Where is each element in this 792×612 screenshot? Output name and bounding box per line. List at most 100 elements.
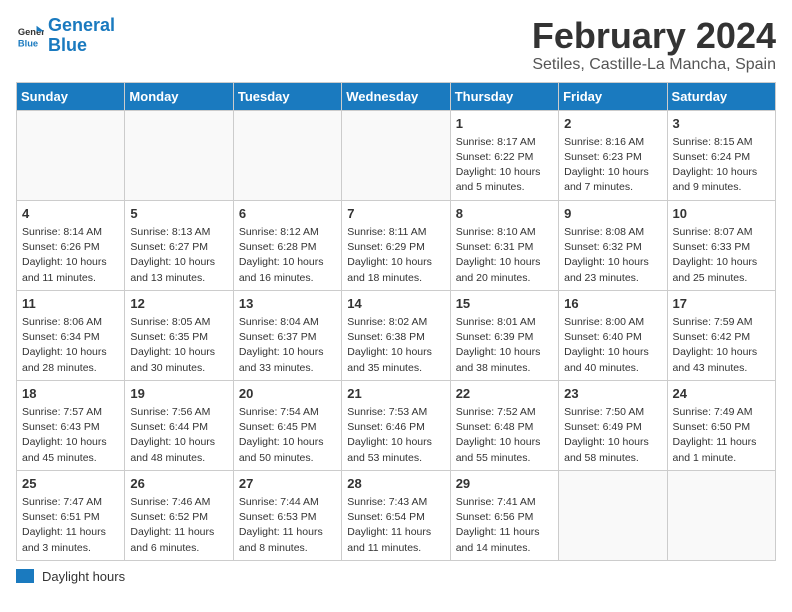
calendar-day-cell: 27 Sunrise: 7:44 AM Sunset: 6:53 PM Dayli… <box>233 470 341 560</box>
calendar-day-cell: 20 Sunrise: 7:54 AM Sunset: 6:45 PM Dayli… <box>233 380 341 470</box>
day-info: Sunrise: 8:16 AM Sunset: 6:23 PM Dayligh… <box>564 135 661 196</box>
day-number: 1 <box>456 115 553 133</box>
calendar-day-cell <box>125 110 233 200</box>
calendar-day-cell: 2 Sunrise: 8:16 AM Sunset: 6:23 PM Daylig… <box>559 110 667 200</box>
day-info: Sunrise: 7:46 AM Sunset: 6:52 PM Dayligh… <box>130 495 227 556</box>
day-info: Sunrise: 8:08 AM Sunset: 6:32 PM Dayligh… <box>564 225 661 286</box>
day-number: 25 <box>22 475 119 493</box>
page-title: February 2024 <box>532 16 776 56</box>
calendar-day-header: Tuesday <box>233 82 341 110</box>
calendar-day-cell: 1 Sunrise: 8:17 AM Sunset: 6:22 PM Daylig… <box>450 110 558 200</box>
day-number: 6 <box>239 205 336 223</box>
calendar-day-cell: 12 Sunrise: 8:05 AM Sunset: 6:35 PM Dayli… <box>125 290 233 380</box>
day-number: 21 <box>347 385 444 403</box>
calendar-day-cell: 24 Sunrise: 7:49 AM Sunset: 6:50 PM Dayli… <box>667 380 775 470</box>
calendar-day-cell: 19 Sunrise: 7:56 AM Sunset: 6:44 PM Dayli… <box>125 380 233 470</box>
calendar-day-cell: 17Sunrise: 7:59 AM Sunset: 6:42 PM Dayli… <box>667 290 775 380</box>
calendar-day-cell: 10 Sunrise: 8:07 AM Sunset: 6:33 PM Dayli… <box>667 200 775 290</box>
calendar-day-header: Monday <box>125 82 233 110</box>
day-info: Sunrise: 8:05 AM Sunset: 6:35 PM Dayligh… <box>130 315 227 376</box>
day-number: 2 <box>564 115 661 133</box>
day-number: 13 <box>239 295 336 313</box>
day-info: Sunrise: 8:07 AM Sunset: 6:33 PM Dayligh… <box>673 225 770 286</box>
day-number: 27 <box>239 475 336 493</box>
day-info: Sunrise: 7:59 AM Sunset: 6:42 PM Dayligh… <box>673 315 770 376</box>
calendar-day-cell: 23 Sunrise: 7:50 AM Sunset: 6:49 PM Dayli… <box>559 380 667 470</box>
calendar-header-row: SundayMondayTuesdayWednesdayThursdayFrid… <box>17 82 776 110</box>
day-number: 19 <box>130 385 227 403</box>
day-info: Sunrise: 8:04 AM Sunset: 6:37 PM Dayligh… <box>239 315 336 376</box>
day-number: 28 <box>347 475 444 493</box>
calendar-day-cell: 26 Sunrise: 7:46 AM Sunset: 6:52 PM Dayli… <box>125 470 233 560</box>
day-info: Sunrise: 8:13 AM Sunset: 6:27 PM Dayligh… <box>130 225 227 286</box>
day-number: 4 <box>22 205 119 223</box>
calendar-day-cell <box>17 110 125 200</box>
day-info: Sunrise: 7:54 AM Sunset: 6:45 PM Dayligh… <box>239 405 336 466</box>
calendar-day-cell: 16 Sunrise: 8:00 AM Sunset: 6:40 PM Dayli… <box>559 290 667 380</box>
calendar-day-cell: 6 Sunrise: 8:12 AM Sunset: 6:28 PM Daylig… <box>233 200 341 290</box>
day-info: Sunrise: 8:11 AM Sunset: 6:29 PM Dayligh… <box>347 225 444 286</box>
legend: Daylight hours <box>16 569 776 584</box>
day-info: Sunrise: 7:56 AM Sunset: 6:44 PM Dayligh… <box>130 405 227 466</box>
calendar-day-cell: 22Sunrise: 7:52 AM Sunset: 6:48 PM Dayli… <box>450 380 558 470</box>
day-number: 16 <box>564 295 661 313</box>
day-number: 3 <box>673 115 770 133</box>
logo-text: GeneralBlue <box>48 16 115 56</box>
calendar-week-row: 25Sunrise: 7:47 AM Sunset: 6:51 PM Dayli… <box>17 470 776 560</box>
day-number: 8 <box>456 205 553 223</box>
calendar-day-cell <box>667 470 775 560</box>
calendar-day-cell: 14Sunrise: 8:02 AM Sunset: 6:38 PM Dayli… <box>342 290 450 380</box>
calendar-week-row: 11 Sunrise: 8:06 AM Sunset: 6:34 PM Dayli… <box>17 290 776 380</box>
day-info: Sunrise: 7:41 AM Sunset: 6:56 PM Dayligh… <box>456 495 553 556</box>
day-info: Sunrise: 7:57 AM Sunset: 6:43 PM Dayligh… <box>22 405 119 466</box>
day-info: Sunrise: 8:10 AM Sunset: 6:31 PM Dayligh… <box>456 225 553 286</box>
calendar-day-cell: 18 Sunrise: 7:57 AM Sunset: 6:43 PM Dayli… <box>17 380 125 470</box>
calendar-week-row: 4 Sunrise: 8:14 AM Sunset: 6:26 PM Daylig… <box>17 200 776 290</box>
day-number: 9 <box>564 205 661 223</box>
calendar-day-cell: 9 Sunrise: 8:08 AM Sunset: 6:32 PM Daylig… <box>559 200 667 290</box>
day-number: 24 <box>673 385 770 403</box>
svg-text:Blue: Blue <box>18 38 38 48</box>
day-info: Sunrise: 8:02 AM Sunset: 6:38 PM Dayligh… <box>347 315 444 376</box>
calendar-day-cell: 28Sunrise: 7:43 AM Sunset: 6:54 PM Dayli… <box>342 470 450 560</box>
day-number: 18 <box>22 385 119 403</box>
calendar-day-cell: 5Sunrise: 8:13 AM Sunset: 6:27 PM Daylig… <box>125 200 233 290</box>
day-info: Sunrise: 8:12 AM Sunset: 6:28 PM Dayligh… <box>239 225 336 286</box>
day-number: 29 <box>456 475 553 493</box>
day-number: 23 <box>564 385 661 403</box>
calendar-day-header: Sunday <box>17 82 125 110</box>
day-number: 10 <box>673 205 770 223</box>
day-info: Sunrise: 8:17 AM Sunset: 6:22 PM Dayligh… <box>456 135 553 196</box>
day-info: Sunrise: 7:50 AM Sunset: 6:49 PM Dayligh… <box>564 405 661 466</box>
day-info: Sunrise: 7:49 AM Sunset: 6:50 PM Dayligh… <box>673 405 770 466</box>
day-number: 20 <box>239 385 336 403</box>
day-info: Sunrise: 8:00 AM Sunset: 6:40 PM Dayligh… <box>564 315 661 376</box>
day-info: Sunrise: 8:15 AM Sunset: 6:24 PM Dayligh… <box>673 135 770 196</box>
day-info: Sunrise: 8:14 AM Sunset: 6:26 PM Dayligh… <box>22 225 119 286</box>
calendar-day-cell: 25Sunrise: 7:47 AM Sunset: 6:51 PM Dayli… <box>17 470 125 560</box>
logo-icon: General Blue <box>16 22 44 50</box>
calendar-table: SundayMondayTuesdayWednesdayThursdayFrid… <box>16 82 776 561</box>
calendar-day-header: Saturday <box>667 82 775 110</box>
day-number: 26 <box>130 475 227 493</box>
calendar-week-row: 18 Sunrise: 7:57 AM Sunset: 6:43 PM Dayli… <box>17 380 776 470</box>
calendar-day-cell: 21Sunrise: 7:53 AM Sunset: 6:46 PM Dayli… <box>342 380 450 470</box>
calendar-day-cell <box>559 470 667 560</box>
legend-label: Daylight hours <box>42 569 125 584</box>
legend-color <box>16 569 34 583</box>
calendar-day-cell: 7Sunrise: 8:11 AM Sunset: 6:29 PM Daylig… <box>342 200 450 290</box>
day-info: Sunrise: 8:06 AM Sunset: 6:34 PM Dayligh… <box>22 315 119 376</box>
logo: General Blue GeneralBlue <box>16 16 115 56</box>
day-number: 11 <box>22 295 119 313</box>
calendar-day-cell: 8 Sunrise: 8:10 AM Sunset: 6:31 PM Daylig… <box>450 200 558 290</box>
calendar-day-cell: 4 Sunrise: 8:14 AM Sunset: 6:26 PM Daylig… <box>17 200 125 290</box>
day-info: Sunrise: 7:44 AM Sunset: 6:53 PM Dayligh… <box>239 495 336 556</box>
day-number: 15 <box>456 295 553 313</box>
day-number: 22 <box>456 385 553 403</box>
calendar-day-cell: 13 Sunrise: 8:04 AM Sunset: 6:37 PM Dayli… <box>233 290 341 380</box>
calendar-day-header: Friday <box>559 82 667 110</box>
calendar-day-cell <box>342 110 450 200</box>
day-number: 12 <box>130 295 227 313</box>
title-block: February 2024 Setiles, Castille-La Manch… <box>532 16 776 74</box>
page-header: General Blue GeneralBlue February 2024 S… <box>16 16 776 74</box>
